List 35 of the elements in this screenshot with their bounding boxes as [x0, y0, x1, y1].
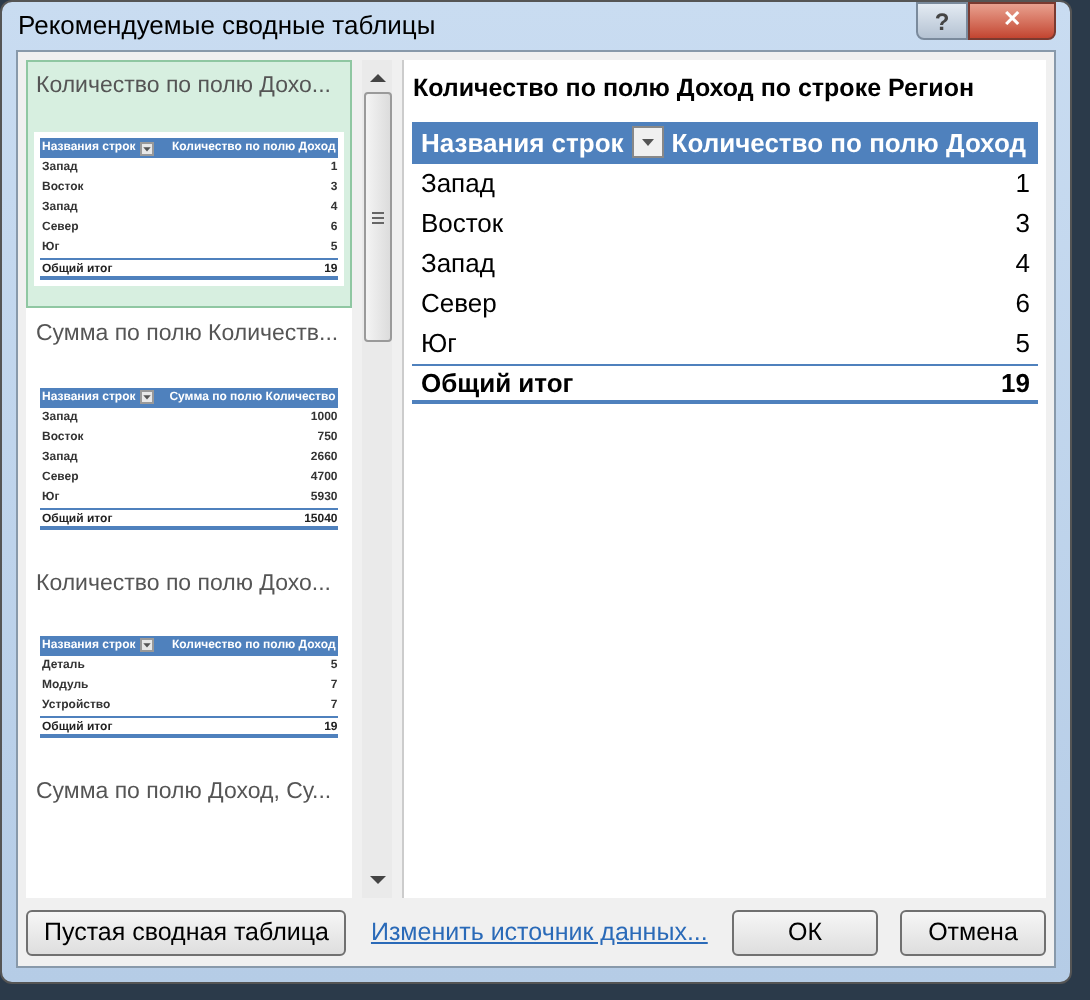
card-title: Количество по полю Дохо... [34, 569, 333, 599]
help-button[interactable]: ? [916, 2, 968, 40]
table-cell-text: Запад [418, 166, 495, 202]
scroll-up-icon[interactable] [369, 72, 386, 84]
scrollbar[interactable] [361, 60, 393, 898]
dropdown-icon[interactable] [631, 126, 664, 159]
change-source-link[interactable]: Изменить источник данных... [370, 913, 708, 951]
card-title: Сумма по полю Количеств... [34, 320, 341, 351]
dropdown-icon[interactable] [139, 141, 154, 156]
table-cell-text: Север [418, 286, 497, 322]
window-title: Рекомендуемые сводные таблицы [16, 8, 436, 45]
table-cell-text: 4 [1015, 246, 1032, 282]
dropdown-icon[interactable] [139, 390, 154, 404]
scroll-thumb[interactable] [363, 92, 392, 342]
table-cell-text: 6 [1015, 286, 1032, 322]
card-title: Количество по полю Дохо... [34, 72, 333, 102]
recommendation-card[interactable]: Сумма по полю Доход, Су... [26, 765, 352, 860]
table-cell-text: Восток [418, 206, 504, 242]
cancel-button[interactable]: Отмена [900, 909, 1046, 955]
table-cell-text: 5 [1015, 326, 1032, 362]
table-cell-text: 1 [1015, 166, 1032, 202]
preview-title: Количество по полю Доход по строке Регион [412, 72, 977, 106]
scroll-down-icon[interactable] [369, 874, 386, 886]
grip-icon [371, 211, 384, 223]
header-label: Количество по полю Доход [671, 125, 1028, 162]
table-cell-text: 19 [1001, 365, 1032, 401]
blank-pivot-button[interactable]: Пустая сводная таблица [26, 909, 347, 955]
table-cell-text: Юг [418, 326, 457, 362]
table-cell-text: 3 [1015, 206, 1032, 242]
dropdown-icon[interactable] [139, 638, 154, 653]
ok-button[interactable]: ОК [732, 909, 878, 955]
table-cell-text: Общий итог [418, 365, 574, 402]
table-cell-text: Запад [418, 246, 495, 282]
header-label: Названия строк [418, 125, 624, 162]
card-title: Сумма по полю Доход, Су... [34, 777, 334, 808]
